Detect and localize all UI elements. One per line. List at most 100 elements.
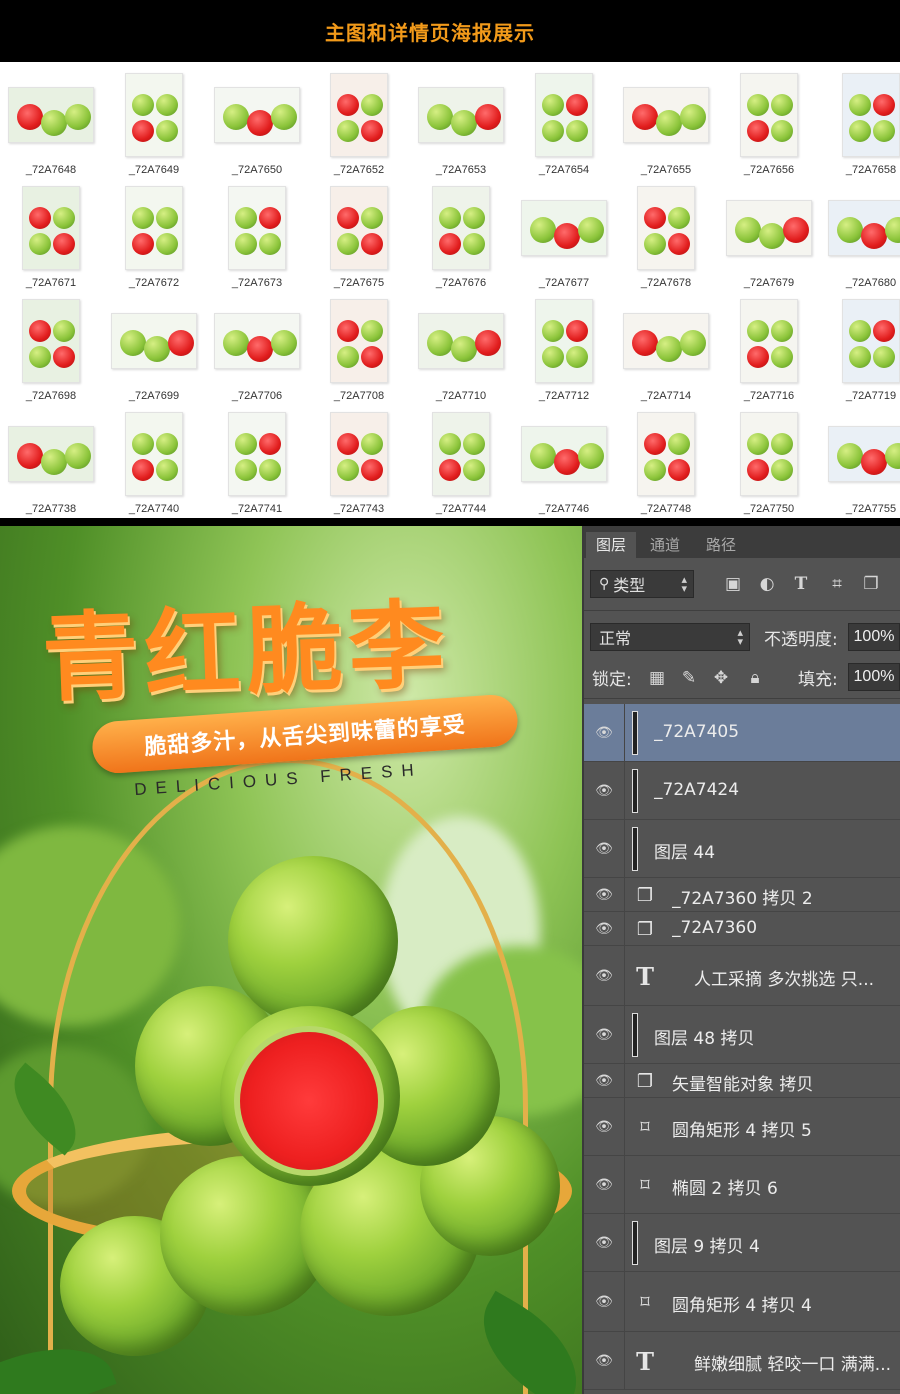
thumbnail-item[interactable]: _72A7741 [206,405,308,518]
thumbnail-label: _72A7698 [25,390,77,402]
layer-row[interactable]: 👁︎ ⌑ 椭圆 2 拷贝 6 [584,1156,900,1214]
visibility-eye-icon[interactable]: 👁︎ [594,1027,614,1043]
thumbnail-image [637,186,695,270]
thumbnail-item[interactable]: _72A7672 [103,179,205,292]
visibility-eye-icon[interactable]: 👁︎ [594,1119,614,1135]
thumbnail-item[interactable]: _72A7748 [615,405,717,518]
lock-move-icon[interactable]: ✥ [710,667,732,689]
thumbnail-item[interactable]: _72A7714 [615,292,717,405]
visibility-eye-icon[interactable]: 👁︎ [594,725,614,741]
thumbnail-item[interactable]: _72A7716 [718,292,820,405]
lock-all-icon[interactable]: 🔒︎ [744,667,766,689]
thumbnail-item[interactable]: _72A7746 [513,405,615,518]
smart-object-filter-icon[interactable]: ❐ [860,573,882,595]
thumbnail-image [125,412,183,496]
shape-filter-icon[interactable]: ⌗ [826,573,848,595]
layer-row[interactable]: 👁︎ ❐ 矢量智能对象 拷贝 [584,1064,900,1098]
thumbnail-item[interactable]: _72A7679 [718,179,820,292]
thumbnail-item[interactable]: _72A7677 [513,179,615,292]
thumbnail-item[interactable]: _72A7712 [513,292,615,405]
thumbnail-label: _72A7744 [435,503,487,515]
layer-row[interactable]: 👁︎ ❐ _72A7360 [584,912,900,946]
thumbnail-item[interactable]: _72A7652 [308,66,410,179]
layer-row[interactable]: 👁︎ 图层 9 拷贝 4 [584,1214,900,1272]
thumbnail-item[interactable]: _72A7658 [820,66,900,179]
blend-mode-select[interactable]: 正常 ▴ ▾ [590,623,750,651]
layer-row[interactable]: 👁︎ ⌑ 圆角矩形 4 拷贝 4 [584,1272,900,1332]
thumbnail-item[interactable]: _72A7676 [410,179,512,292]
thumbnail-item[interactable]: _72A7655 [615,66,717,179]
layer-name: 图层 9 拷贝 4 [654,1237,760,1257]
thumbnail-item[interactable]: _72A7678 [615,179,717,292]
thumbnail-item[interactable]: _72A7706 [206,292,308,405]
layer-row[interactable]: 👁︎ _72A7424 [584,762,900,820]
thumbnail-image [330,73,388,157]
lock-transparent-icon[interactable]: ▦ [646,667,668,689]
thumbnail-item[interactable]: _72A7671 [0,179,102,292]
thumbnail-item[interactable]: _72A7680 [820,179,900,292]
thumbnail-item[interactable]: _72A7750 [718,405,820,518]
layer-row[interactable]: 👁︎ T 鲜嫩细腻 轻咬一口 满满... [584,1332,900,1390]
visibility-eye-icon[interactable]: 👁︎ [594,921,614,937]
thumbnail-grid: _72A7648 _72A7649 _72A7650 _72A7652 _72A7653… [0,62,900,518]
thumbnail-item[interactable]: _72A7743 [308,405,410,518]
opacity-input[interactable]: 100% [848,623,900,651]
thumbnail-image [740,412,798,496]
layer-row[interactable]: 👁︎ _72A7405 [584,704,900,762]
layer-thumbnail [632,1013,638,1057]
thumbnail-item[interactable]: _72A7738 [0,405,102,518]
layer-thumbnail [632,711,638,755]
pixel-filter-icon[interactable]: ▣ [722,573,744,595]
thumbnail-item[interactable]: _72A7699 [103,292,205,405]
visibility-eye-icon[interactable]: 👁︎ [594,1073,614,1089]
tab-paths[interactable]: 路径 [696,532,746,558]
thumbnail-item[interactable]: _72A7719 [820,292,900,405]
thumbnail-item[interactable]: _72A7755 [820,405,900,518]
thumbnail-item[interactable]: _72A7654 [513,66,615,179]
thumbnail-item[interactable]: _72A7648 [0,66,102,179]
layer-row[interactable]: 👁︎ ⌑ 圆角矩形 4 拷贝 5 [584,1098,900,1156]
thumbnail-item[interactable]: _72A7673 [206,179,308,292]
layer-name: 矢量智能对象 拷贝 [672,1075,814,1095]
thumbnail-item[interactable]: _72A7708 [308,292,410,405]
layer-row[interactable]: 👁︎ 图层 44 [584,820,900,878]
visibility-eye-icon[interactable]: 👁︎ [594,783,614,799]
thumbnail-item[interactable]: _72A7656 [718,66,820,179]
thumbnail-image [22,299,80,383]
thumbnail-item[interactable]: _72A7675 [308,179,410,292]
visibility-eye-icon[interactable]: 👁︎ [594,1294,614,1310]
layer-row[interactable]: 👁︎ ❐ _72A7360 拷贝 2 [584,878,900,912]
thumbnail-item[interactable]: _72A7744 [410,405,512,518]
thumbnail-label: _72A7680 [845,277,897,289]
slogan-text: 脆甜多汁，从舌尖到味蕾的享受 [143,712,467,761]
thumbnail-label: _72A7656 [743,164,795,176]
layer-filter-select[interactable]: ⚲ 类型 ▴ ▾ [590,570,694,598]
visibility-eye-icon[interactable]: 👁︎ [594,1177,614,1193]
adjustment-filter-icon[interactable]: ◐ [756,573,778,595]
visibility-eye-icon[interactable]: 👁︎ [594,968,614,984]
layer-row[interactable]: 👁︎ 图层 48 拷贝 [584,1006,900,1064]
fill-input[interactable]: 100% [848,663,900,691]
type-filter-icon[interactable]: T [790,573,812,595]
visibility-eye-icon[interactable]: 👁︎ [594,841,614,857]
thumbnail-item[interactable]: _72A7698 [0,292,102,405]
visibility-eye-icon[interactable]: 👁︎ [594,1353,614,1369]
thumbnail-item[interactable]: _72A7653 [410,66,512,179]
thumbnail-item[interactable]: _72A7710 [410,292,512,405]
visibility-eye-icon[interactable]: 👁︎ [594,887,614,903]
filter-label: 类型 [613,576,646,595]
tab-channels[interactable]: 通道 [640,532,690,558]
thumbnail-item[interactable]: _72A7740 [103,405,205,518]
tab-layers[interactable]: 图层 [586,532,637,558]
thumbnail-label: _72A7677 [538,277,590,289]
lock-brush-icon[interactable]: ✎ [678,667,700,689]
thumbnail-image [637,412,695,496]
blend-mode-value: 正常 [599,629,632,648]
thumbnail-image [330,186,388,270]
layer-row[interactable]: 👁︎ T 人工采摘 多次挑选 只... [584,946,900,1006]
thumbnail-item[interactable]: _72A7649 [103,66,205,179]
visibility-eye-icon[interactable]: 👁︎ [594,1235,614,1251]
thumbnail-item[interactable]: _72A7650 [206,66,308,179]
layer-name: 图层 48 拷贝 [654,1029,755,1049]
poster-canvas[interactable]: 青红脆李 脆甜多汁，从舌尖到味蕾的享受 DELICIOUS FRESH [0,526,582,1394]
